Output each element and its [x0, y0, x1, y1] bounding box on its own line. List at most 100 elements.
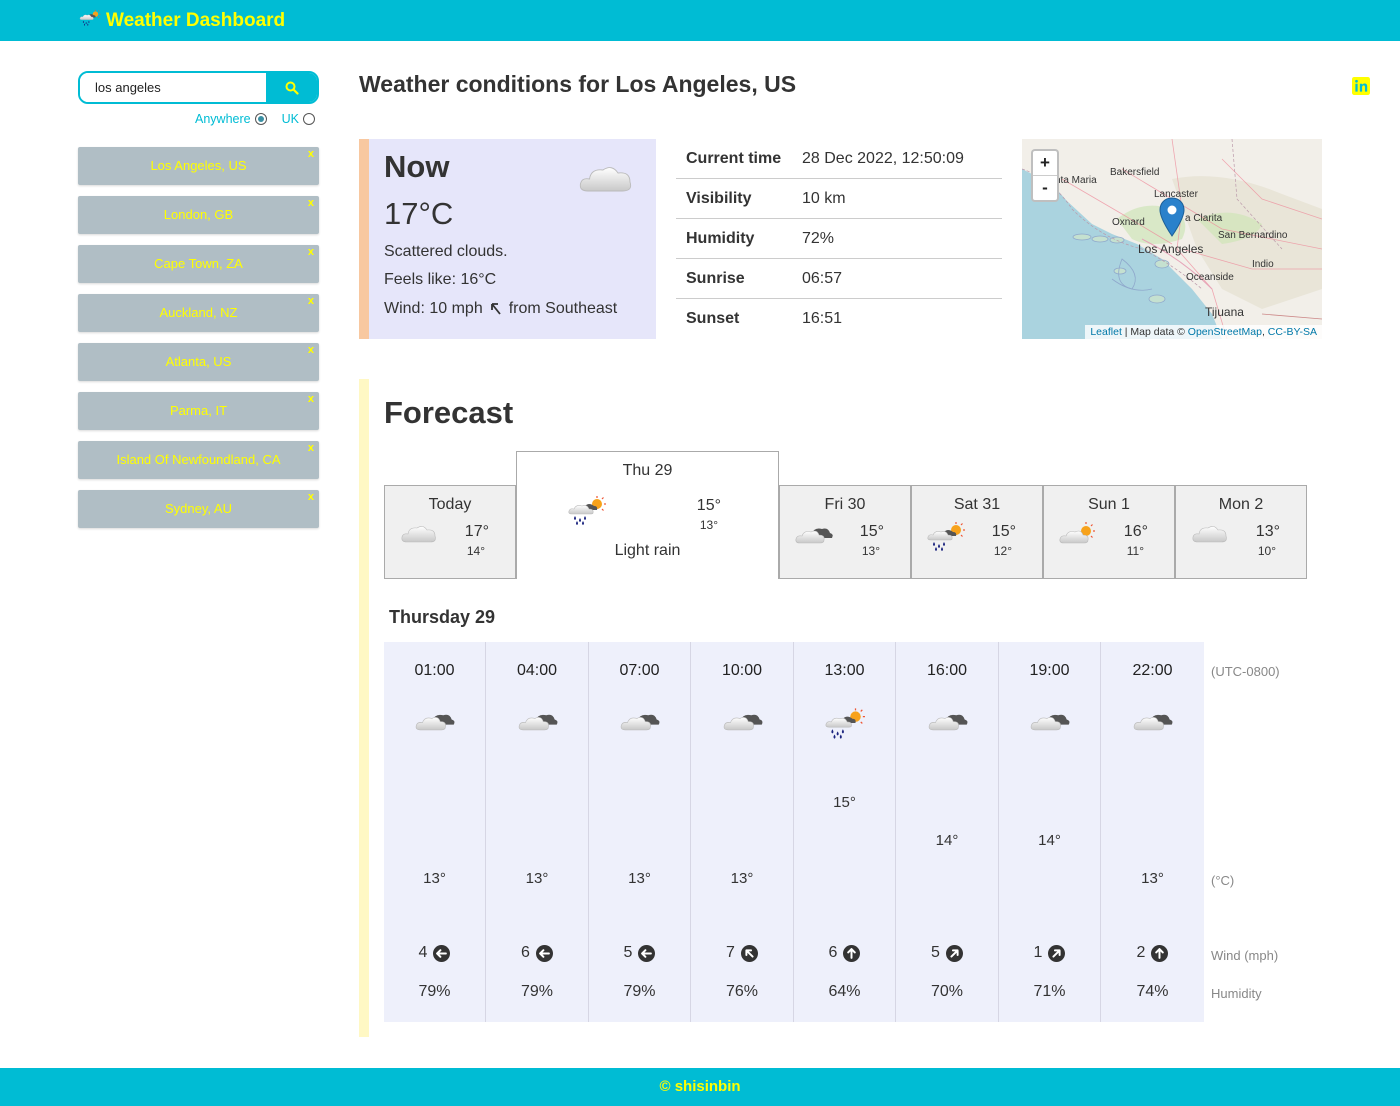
weather-logo-icon [79, 9, 101, 32]
map-label: Bakersfield [1110, 167, 1160, 178]
day-name: Sat 31 [953, 496, 1001, 513]
radio-anywhere[interactable] [254, 113, 267, 125]
map-label: nta Maria [1055, 175, 1097, 186]
day-tab-thu-29[interactable]: Thu 29 15° 13° Light rain [516, 451, 779, 579]
hour-time: 10:00 [721, 662, 763, 679]
wind-arrow-icon [638, 944, 656, 962]
cloud-icon [576, 161, 636, 202]
hour-wind: 6 [794, 944, 895, 962]
brand[interactable]: Weather Dashboard [79, 9, 285, 32]
search-input[interactable] [80, 73, 266, 102]
day-tab-sat-31[interactable]: Sat 31 15° 12° [911, 485, 1043, 579]
hour-wind: 4 [384, 944, 485, 962]
partly-sunny-icon [1058, 522, 1098, 551]
wind-arrow-icon [433, 944, 451, 962]
broken-clouds-icon [517, 708, 535, 726]
search-button[interactable] [266, 73, 317, 102]
day-description: Light rain [614, 542, 681, 559]
wind-arrow-icon [1151, 944, 1169, 962]
day-tab-sun-1[interactable]: Sun 1 16° 11° [1043, 485, 1175, 579]
hourly-column: 22:00 13° 2 74% [1102, 642, 1204, 1022]
remove-city-button[interactable]: x [308, 380, 314, 418]
wind-speed: 5 [623, 944, 633, 961]
light-rain-icon [567, 496, 607, 531]
wind-arrow-icon [1048, 944, 1066, 962]
hour-temperature: 15° [833, 794, 856, 811]
wind-arrow-icon [740, 944, 758, 962]
light-rain-icon [824, 708, 842, 726]
filter-label-anywhere: Anywhere [195, 112, 251, 126]
zoom-out-button[interactable]: - [1033, 176, 1057, 201]
remove-city-button[interactable]: x [308, 184, 314, 222]
details-row: Sunset 16:51 [676, 299, 1002, 339]
remove-city-button[interactable]: x [308, 135, 314, 173]
details-value: 06:57 [802, 269, 843, 287]
broken-clouds-icon [927, 708, 945, 726]
hourly-column: 10:00 13° 7 76% [692, 642, 794, 1022]
city-button[interactable]: London, GB x [78, 196, 319, 234]
city-name: Island Of Newfoundland, CA [116, 452, 281, 467]
hour-temperature: 13° [423, 870, 446, 887]
map-label: Oceanside [1186, 272, 1234, 283]
attribution-text: | Map data © [1121, 326, 1188, 338]
day-tab-fri-30[interactable]: Fri 30 15° 13° [779, 485, 911, 579]
broken-clouds-icon [414, 708, 432, 726]
hour-humidity: 79% [623, 983, 656, 1000]
hour-humidity: 64% [828, 983, 861, 1000]
city-name: Atlanta, US [165, 354, 232, 369]
feels-like: Feels like: 16°C [384, 271, 497, 288]
location-map[interactable]: nta Maria Bakersfield Lancaster a Clarit… [1022, 139, 1322, 339]
hourly-column: 07:00 13° 5 79% [589, 642, 691, 1022]
day-low: 10° [1257, 544, 1276, 558]
wind-speed: 4 [418, 944, 428, 961]
wind-direction: from Southeast [508, 300, 618, 317]
page-title: Weather conditions for Los Angeles, US [359, 71, 797, 97]
hour-time: 16:00 [926, 662, 968, 679]
hour-humidity: 74% [1136, 983, 1169, 1000]
hour-humidity: 70% [930, 983, 964, 1000]
map-label: a Clarita [1185, 213, 1223, 224]
day-tab-today[interactable]: Today 17° 14° [384, 485, 516, 579]
day-tab-mon-2[interactable]: Mon 2 13° 10° [1175, 485, 1307, 579]
wind-speed: 5 [931, 944, 940, 961]
temperature-unit-label: (°C) [1211, 873, 1235, 888]
city-button[interactable]: Los Angeles, US x [78, 147, 319, 185]
license-link[interactable]: CC-BY-SA [1268, 326, 1317, 338]
footer-credit: © shisinbin [659, 1078, 741, 1095]
day-name: Mon 2 [1218, 496, 1264, 513]
hour-temperature: 13° [525, 870, 549, 887]
city-button[interactable]: Cape Town, ZA x [78, 245, 319, 283]
broken-clouds-icon [1029, 708, 1047, 726]
remove-city-button[interactable]: x [308, 331, 314, 369]
remove-city-button[interactable]: x [308, 282, 314, 320]
forecast-title: Forecast [384, 395, 514, 430]
osm-link[interactable]: OpenStreetMap [1188, 326, 1262, 338]
city-button[interactable]: Parma, IT x [78, 392, 319, 430]
city-button[interactable]: Sydney, AU x [78, 490, 319, 528]
city-name: London, GB [163, 207, 234, 222]
hour-wind: 5 [897, 944, 998, 962]
details-label: Humidity [686, 229, 755, 247]
map-marker-icon[interactable] [1159, 197, 1185, 237]
day-name: Fri 30 [824, 496, 866, 513]
hour-humidity: 71% [1033, 983, 1066, 1000]
leaflet-link[interactable]: Leaflet [1090, 326, 1122, 338]
hour-time: 07:00 [619, 662, 660, 679]
linkedin-icon[interactable] [1352, 77, 1370, 95]
remove-city-button[interactable]: x [308, 429, 314, 467]
remove-city-button[interactable]: x [308, 478, 314, 516]
remove-city-button[interactable]: x [308, 233, 314, 271]
details-label: Visibility [686, 189, 752, 207]
city-button[interactable]: Auckland, NZ x [78, 294, 319, 332]
city-button[interactable]: Island Of Newfoundland, CA x [78, 441, 319, 479]
map-label: Tijuana [1205, 305, 1244, 319]
hour-temperature: 14° [935, 832, 959, 849]
map-label: San Bernardino [1218, 230, 1288, 241]
city-button[interactable]: Atlanta, US x [78, 343, 319, 381]
day-high: 15° [991, 523, 1016, 540]
hour-time: 19:00 [1029, 662, 1070, 679]
zoom-in-button[interactable]: + [1033, 151, 1057, 176]
hour-humidity: 79% [520, 983, 554, 1000]
radio-uk[interactable] [302, 113, 315, 125]
broken-clouds-icon [722, 708, 740, 726]
